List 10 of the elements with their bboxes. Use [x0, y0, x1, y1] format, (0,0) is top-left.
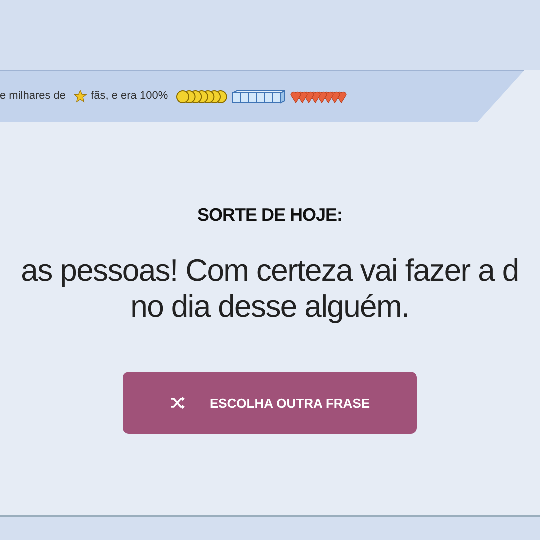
fortune-text: no dia desse alguém. [130, 288, 410, 324]
fortune-text: as pessoas! Com certeza vai fazer a d [21, 253, 519, 289]
fortune-heading: SORTE DE HOJE: [197, 204, 343, 227]
blocks-drawing [232, 90, 286, 104]
banner-text: fãs, e era 100% [91, 89, 168, 104]
another-phrase-button[interactable]: ESCOLHA OUTRA FRASE [123, 372, 417, 434]
banner-text: e milhares de [0, 89, 66, 104]
smileys-drawing [176, 90, 228, 104]
star-icon [74, 90, 88, 103]
shuffle-icon [170, 396, 186, 410]
